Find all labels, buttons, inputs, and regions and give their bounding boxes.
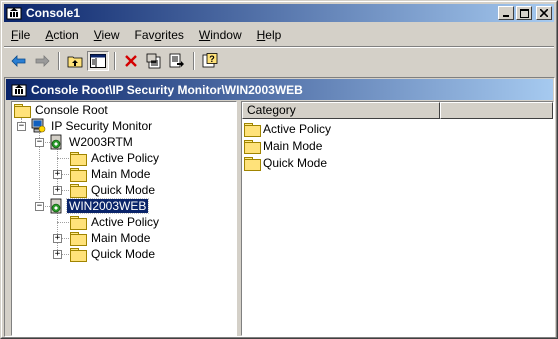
folder-icon <box>14 103 31 118</box>
properties-button[interactable] <box>143 51 165 71</box>
menu-help[interactable]: Help <box>250 26 289 44</box>
up-one-level-button[interactable] <box>64 51 86 71</box>
tree-item-server-w2003rtm[interactable]: W2003RTM <box>48 134 135 150</box>
tree-item-ip-security-monitor[interactable]: IP Security Monitor <box>30 118 154 134</box>
list-item-label: Main Mode <box>263 139 323 153</box>
menu-window[interactable]: Window <box>192 26 249 44</box>
mmc-console-icon <box>11 84 27 96</box>
tree-item-label: Active Policy <box>91 151 160 165</box>
help-icon: ? <box>202 53 218 68</box>
tree-item-server-win2003web[interactable]: WIN2003WEB <box>48 198 150 214</box>
tree-item-console-root[interactable]: Console Root <box>14 102 110 118</box>
export-list-button[interactable] <box>166 51 188 71</box>
maximize-icon <box>519 8 529 18</box>
folder-icon <box>70 231 87 246</box>
tree-item-label: Main Mode <box>91 167 151 181</box>
tree-item-label-selected: WIN2003WEB <box>65 198 150 214</box>
expand-toggle[interactable]: + <box>53 170 62 179</box>
folder-icon <box>244 156 261 171</box>
tree-item-label: Console Root <box>35 103 108 117</box>
child-window-title: Console Root\IP Security Monitor\WIN2003… <box>31 82 303 97</box>
column-header-category[interactable]: Category <box>242 102 440 119</box>
tree-item-label: Main Mode <box>91 231 151 245</box>
list-item-label: Active Policy <box>263 122 332 136</box>
list-item-label: Quick Mode <box>263 156 328 170</box>
menu-action[interactable]: Action <box>38 26 85 44</box>
folder-icon <box>70 167 87 182</box>
folder-icon <box>70 183 87 198</box>
show-hide-tree-button[interactable] <box>87 51 109 71</box>
mmc-console-icon <box>6 7 22 20</box>
list-item[interactable]: Active Policy <box>244 121 331 137</box>
toolbar-separator <box>114 52 116 70</box>
svg-text:?: ? <box>209 54 215 64</box>
folder-icon <box>70 215 87 230</box>
show-hide-tree-icon <box>90 54 106 68</box>
back-button[interactable] <box>8 51 30 71</box>
tree-line <box>57 158 71 159</box>
toolbar-separator <box>58 52 60 70</box>
toolbar: ? <box>4 49 554 73</box>
maximize-button[interactable] <box>516 6 532 20</box>
collapse-toggle[interactable]: − <box>17 122 26 131</box>
tree-item-active-policy[interactable]: Active Policy <box>70 150 161 166</box>
server-icon <box>50 198 62 214</box>
tree-item-active-policy[interactable]: Active Policy <box>70 214 161 230</box>
tree-item-label: Quick Mode <box>91 247 156 261</box>
tree-item-main-mode[interactable]: Main Mode <box>70 166 152 182</box>
console-window: Console1 File Action View Favorites Wind… <box>0 0 558 339</box>
console-child-window: Console Root\IP Security Monitor\WIN2003… <box>4 77 555 337</box>
delete-button[interactable] <box>120 51 142 71</box>
result-list-pane[interactable]: Category Active Policy Main Mode Quick M… <box>241 101 554 336</box>
tree-item-label: Quick Mode <box>91 183 156 197</box>
delete-icon <box>125 55 137 67</box>
forward-button[interactable] <box>31 51 53 71</box>
minimize-icon <box>503 15 509 17</box>
child-title-bar[interactable]: Console Root\IP Security Monitor\WIN2003… <box>6 79 553 100</box>
tree-line <box>57 222 71 223</box>
expand-toggle[interactable]: + <box>53 186 62 195</box>
help-button[interactable]: ? <box>199 51 221 71</box>
close-icon <box>540 9 548 17</box>
collapse-toggle[interactable]: − <box>35 138 44 147</box>
tree-item-label: W2003RTM <box>69 135 133 149</box>
menu-file[interactable]: File <box>4 26 37 44</box>
tree-item-main-mode[interactable]: Main Mode <box>70 230 152 246</box>
ip-security-monitor-icon <box>31 118 46 133</box>
list-item[interactable]: Main Mode <box>244 138 322 154</box>
export-list-icon <box>169 53 184 68</box>
tree-item-quick-mode[interactable]: Quick Mode <box>70 182 157 198</box>
title-bar[interactable]: Console1 <box>4 4 554 22</box>
toolbar-separator <box>193 52 195 70</box>
properties-icon <box>146 53 161 69</box>
minimize-button[interactable] <box>498 6 514 20</box>
folder-icon <box>244 122 261 137</box>
folder-icon <box>70 151 87 166</box>
window-title: Console1 <box>26 6 81 20</box>
scope-tree-pane[interactable]: Console Root − IP Security Monitor − W20… <box>11 101 237 336</box>
expand-toggle[interactable]: + <box>53 250 62 259</box>
close-button[interactable] <box>536 6 552 20</box>
back-arrow-icon <box>11 55 26 67</box>
menu-bar: File Action View Favorites Window Help <box>4 25 554 45</box>
menu-view[interactable]: View <box>87 26 127 44</box>
menu-separator <box>4 46 554 48</box>
forward-arrow-icon <box>35 55 50 67</box>
list-item[interactable]: Quick Mode <box>244 155 327 171</box>
folder-icon <box>70 247 87 262</box>
server-icon <box>50 134 62 150</box>
up-one-level-icon <box>67 56 83 68</box>
tree-item-quick-mode[interactable]: Quick Mode <box>70 246 157 262</box>
column-header-filler <box>440 102 553 119</box>
folder-icon <box>244 139 261 154</box>
tree-item-label: Active Policy <box>91 215 160 229</box>
collapse-toggle[interactable]: − <box>35 202 44 211</box>
tree-item-label: IP Security Monitor <box>51 119 153 133</box>
expand-toggle[interactable]: + <box>53 234 62 243</box>
menu-favorites[interactable]: Favorites <box>128 26 191 44</box>
